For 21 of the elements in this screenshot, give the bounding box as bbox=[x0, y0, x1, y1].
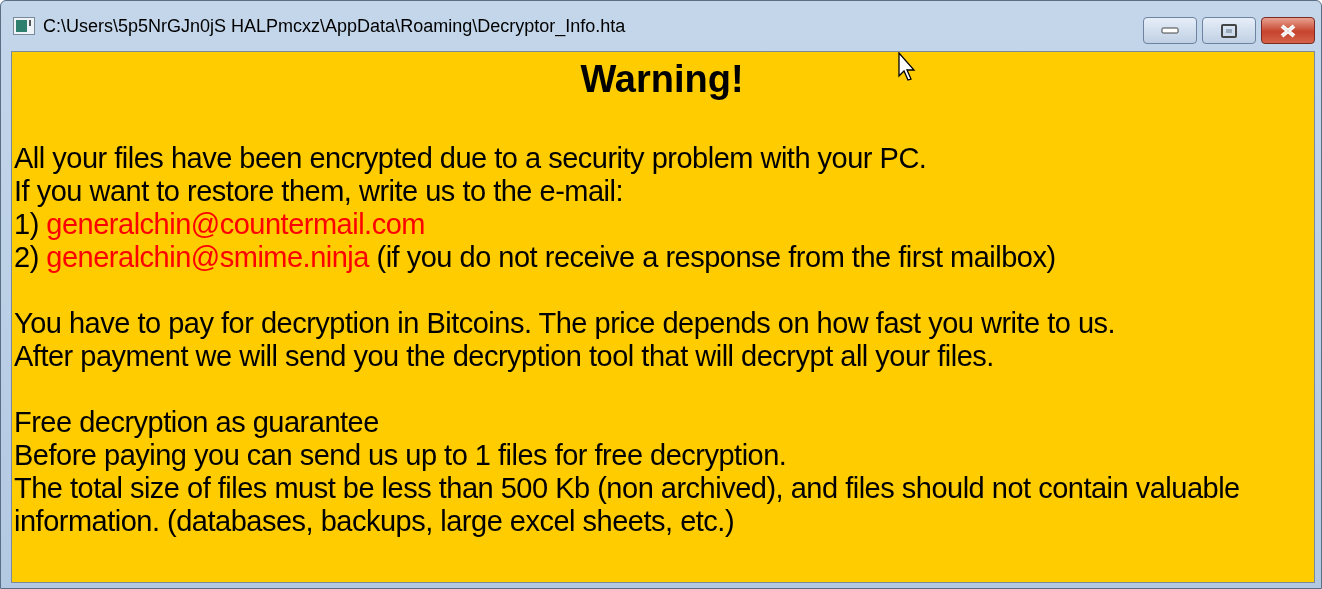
window-icon bbox=[13, 17, 35, 35]
text-line: The total size of files must be less than 500 Kb (non archived), and files should not contain valuable information. (databases, backups, large excel sheets, etc.) bbox=[14, 472, 1241, 538]
text-line: 2) generalchin@smime.ninja (if you do not receive a response from the first mailbox) bbox=[14, 241, 1057, 274]
text-line: Free decryption as guarantee bbox=[14, 406, 380, 439]
close-icon bbox=[1279, 23, 1297, 38]
close-button[interactable] bbox=[1261, 17, 1315, 44]
text-line: Before paying you can send us up to 1 files for free decryption. bbox=[14, 439, 788, 472]
text-line: If you want to restore them, write us to the e-mail: bbox=[14, 175, 625, 208]
email-link[interactable]: generalchin@smime.ninja bbox=[46, 241, 369, 273]
email-link[interactable]: generalchin@countermail.com bbox=[46, 208, 425, 240]
maximize-button[interactable] bbox=[1202, 17, 1256, 44]
cursor-icon bbox=[898, 52, 918, 82]
text-line: 1) generalchin@countermail.com bbox=[14, 208, 426, 241]
minimize-icon bbox=[1161, 26, 1179, 35]
minimize-button[interactable] bbox=[1143, 17, 1197, 44]
text-line: All your files have been encrypted due to a security problem with your PC. bbox=[14, 142, 928, 175]
text-line: After payment we will send you the decryption tool that will decrypt all your files. bbox=[14, 340, 995, 373]
maximize-icon bbox=[1221, 23, 1237, 38]
heading: Warning! bbox=[580, 57, 744, 102]
window-title: C:\Users\5p5NrGJn0jS HALPmcxz\AppData\Roaming\Decryptor_Info.hta bbox=[43, 15, 626, 37]
text-line: You have to pay for decryption in Bitcoins. The price depends on how fast you write to us. bbox=[14, 307, 1117, 340]
